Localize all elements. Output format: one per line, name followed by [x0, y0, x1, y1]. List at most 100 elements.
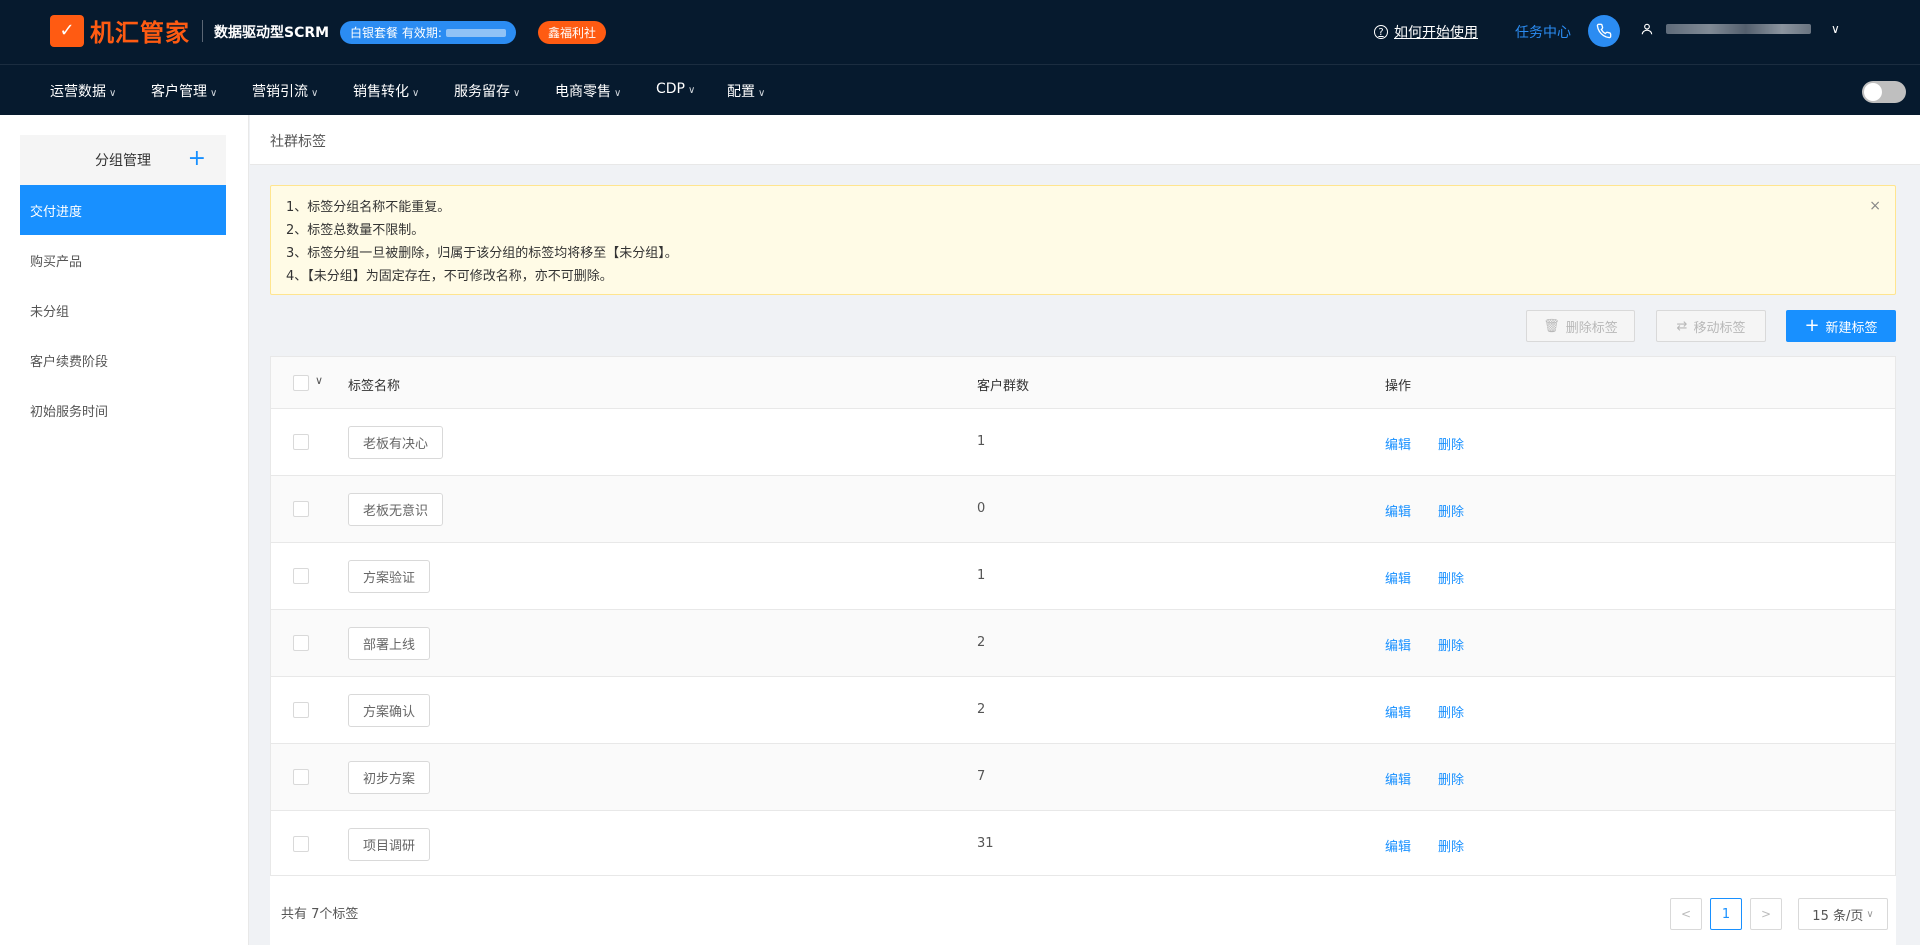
move-tag-button[interactable]: ⇄ 移动标签: [1656, 310, 1766, 342]
row-checkbox[interactable]: [293, 769, 309, 785]
row-checkbox[interactable]: [293, 702, 309, 718]
edit-link[interactable]: 编辑: [1385, 769, 1411, 788]
group-count: 7: [977, 769, 986, 784]
nav-item-customer-management[interactable]: 客户管理 ∨: [151, 81, 217, 101]
nav-item-label: 运营数据: [50, 84, 106, 100]
chevron-down-icon: ∨: [210, 88, 218, 99]
edit-link[interactable]: 编辑: [1385, 702, 1411, 721]
nav-item-cdp[interactable]: CDP ∨: [656, 81, 695, 97]
question-circle-icon: ?: [1374, 25, 1388, 39]
row-checkbox[interactable]: [293, 434, 309, 450]
notice-line: 3、标签分组一旦被删除，归属于该分组的标签均将移至【未分组】。: [286, 246, 678, 261]
nav-item-service-retention[interactable]: 服务留存 ∨: [454, 81, 520, 101]
chevron-left-icon: <: [1680, 907, 1692, 921]
logo[interactable]: ✓ 机汇管家: [50, 13, 190, 48]
help-link-label: 如何开始使用: [1394, 25, 1478, 41]
create-tag-button[interactable]: + 新建标签: [1786, 310, 1896, 342]
sidebar-item-label: 客户续费阶段: [30, 354, 109, 370]
chevron-down-icon: ∨: [614, 88, 622, 99]
nav-item-ecommerce[interactable]: 电商零售 ∨: [555, 81, 621, 101]
sidebar-item-ungrouped[interactable]: 未分组: [20, 285, 226, 335]
notice-line: 2、标签总数量不限制。: [286, 223, 425, 238]
table-row: 方案验证 1 编辑 删除: [271, 543, 1895, 610]
nav-item-label: 营销引流: [252, 84, 308, 100]
total-count: 共有 7个标签: [281, 907, 359, 922]
task-center-link[interactable]: 任务中心: [1515, 22, 1571, 42]
delete-link[interactable]: 删除: [1438, 635, 1464, 654]
sidebar-item-label: 购买产品: [30, 254, 83, 270]
edit-link[interactable]: 编辑: [1385, 501, 1411, 520]
tag-chip: 部署上线: [348, 627, 431, 660]
nav-item-marketing[interactable]: 营销引流 ∨: [252, 81, 318, 101]
next-page-button[interactable]: >: [1750, 898, 1782, 930]
nav-item-operations-data[interactable]: 运营数据 ∨: [50, 81, 116, 101]
row-checkbox[interactable]: [293, 501, 309, 517]
user-menu[interactable]: ∨: [1640, 22, 1840, 36]
tag-chip: 项目调研: [348, 828, 431, 861]
sidebar-item-delivery-progress[interactable]: 交付进度: [20, 185, 226, 235]
user-icon: [1641, 23, 1653, 35]
page-size-select[interactable]: 15 条/页 ∨: [1798, 898, 1888, 930]
row-checkbox[interactable]: [293, 635, 309, 651]
select-all-checkbox[interactable]: [293, 375, 309, 391]
plus-icon: +: [1804, 315, 1820, 336]
edit-link[interactable]: 编辑: [1385, 434, 1411, 453]
add-group-icon[interactable]: +: [188, 145, 206, 173]
table-row: 项目调研 31 编辑 删除: [271, 811, 1895, 878]
row-checkbox[interactable]: [293, 836, 309, 852]
group-management-header: 分组管理 +: [20, 135, 226, 185]
delete-tag-button[interactable]: 🗑 删除标签: [1526, 310, 1635, 342]
sidebar-item-initial-service-time[interactable]: 初始服务时间: [20, 385, 226, 435]
delete-link[interactable]: 删除: [1438, 501, 1464, 520]
nav-item-config[interactable]: 配置 ∨: [727, 81, 765, 101]
group-count: 0: [977, 501, 986, 516]
edit-link[interactable]: 编辑: [1385, 568, 1411, 587]
tag-chip: 初步方案: [348, 761, 431, 794]
group-sidebar: 分组管理 + 交付进度 购买产品 未分组 客户续费阶段 初始服务时间: [0, 115, 249, 945]
move-icon: ⇄: [1676, 318, 1688, 334]
sidebar-item-label: 未分组: [30, 304, 70, 320]
edit-link[interactable]: 编辑: [1385, 635, 1411, 654]
tag-chip: 方案确认: [348, 694, 431, 727]
row-checkbox[interactable]: [293, 568, 309, 584]
phone-button[interactable]: [1588, 15, 1620, 47]
plan-expiry-redacted: [445, 28, 506, 37]
close-icon[interactable]: ×: [1869, 198, 1881, 214]
nav-item-label: 销售转化: [353, 84, 409, 100]
chevron-down-icon: ∨: [412, 88, 420, 99]
delete-link[interactable]: 删除: [1438, 434, 1464, 453]
sidebar-item-renewal-stage[interactable]: 客户续费阶段: [20, 335, 226, 385]
nav-item-sales[interactable]: 销售转化 ∨: [353, 81, 419, 101]
nav-item-label: CDP: [656, 81, 685, 97]
logo-text: 机汇管家: [90, 19, 190, 47]
edit-link[interactable]: 编辑: [1385, 836, 1411, 855]
sidebar-item-purchased-product[interactable]: 购买产品: [20, 235, 226, 285]
notice-line: 4、【未分组】为固定存在，不可修改名称，亦不可删除。: [286, 269, 613, 284]
slogan: 数据驱动型SCRM: [214, 25, 330, 41]
delete-link[interactable]: 删除: [1438, 702, 1464, 721]
help-link[interactable]: ? 如何开始使用: [1374, 22, 1478, 42]
page-button-current[interactable]: 1: [1710, 898, 1742, 930]
group-count: 2: [977, 635, 986, 650]
delete-link[interactable]: 删除: [1438, 769, 1464, 788]
logo-divider: [202, 20, 203, 42]
table-row: 方案确认 2 编辑 删除: [271, 677, 1895, 744]
move-tag-label: 移动标签: [1693, 320, 1746, 336]
sidebar-item-label: 初始服务时间: [30, 404, 109, 420]
welfare-badge[interactable]: 鑫福利社: [538, 21, 607, 44]
page-title: 社群标签: [270, 134, 326, 150]
table-row: 老板无意识 0 编辑 删除: [271, 476, 1895, 543]
theme-toggle[interactable]: [1862, 81, 1906, 103]
chevron-down-icon: ∨: [513, 88, 521, 99]
table-row: 初步方案 7 编辑 删除: [271, 744, 1895, 811]
delete-link[interactable]: 删除: [1438, 836, 1464, 855]
prev-page-button[interactable]: <: [1670, 898, 1702, 930]
phone-icon: [1596, 23, 1612, 39]
delete-link[interactable]: 删除: [1438, 568, 1464, 587]
sidebar-item-label: 交付进度: [30, 204, 83, 220]
notice-line: 1、标签分组名称不能重复。: [286, 200, 451, 215]
logo-icon: ✓: [50, 14, 84, 47]
nav-item-label: 配置: [727, 84, 755, 100]
chevron-down-icon: ∨: [1831, 22, 1840, 36]
chevron-down-icon[interactable]: ∨: [315, 374, 323, 387]
